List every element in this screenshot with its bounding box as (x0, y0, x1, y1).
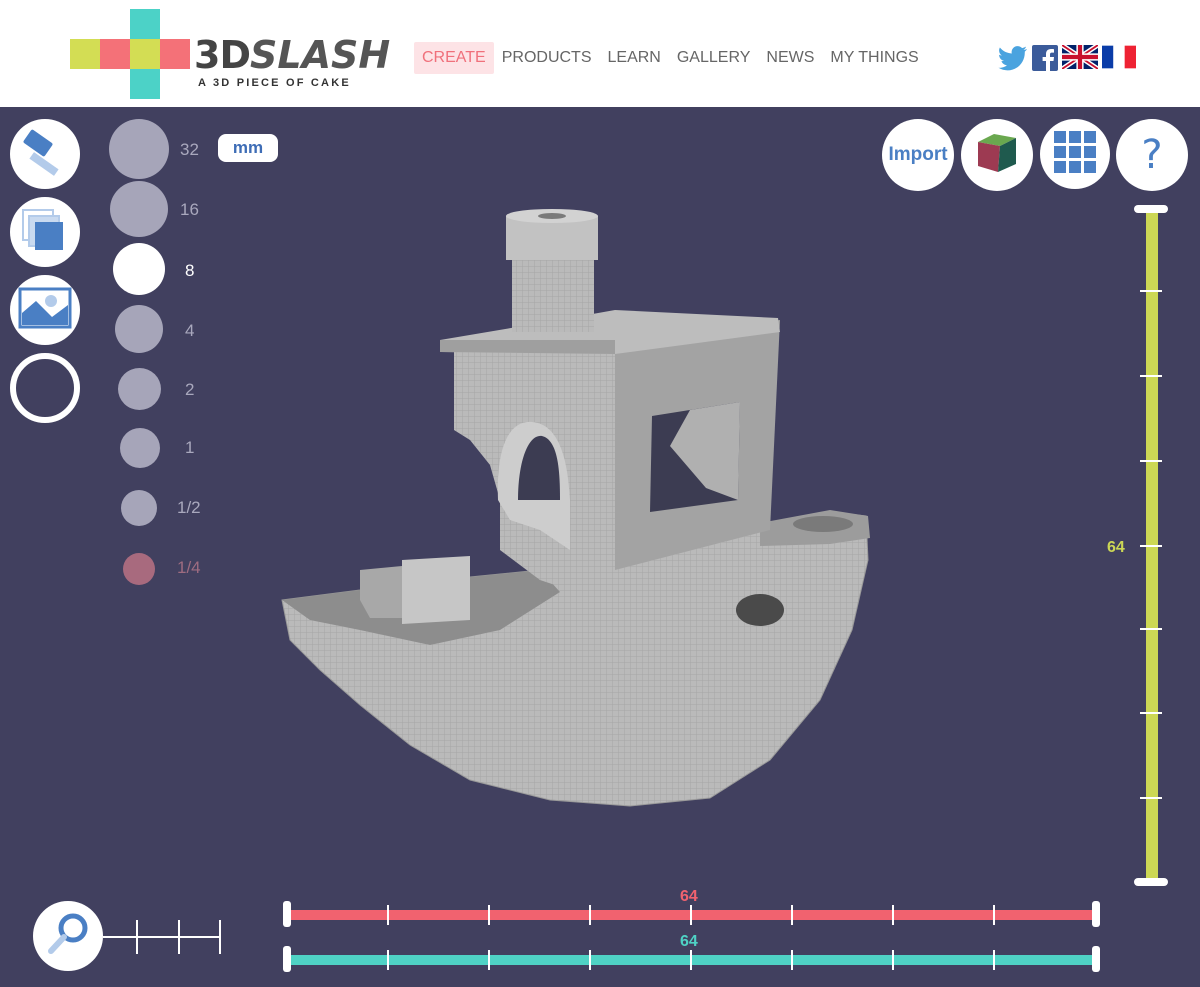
logo-cell (70, 39, 100, 69)
size-4-dot[interactable] (115, 305, 163, 353)
size-quarter-label[interactable]: 1/4 (177, 558, 201, 578)
uk-flag-icon[interactable] (1060, 43, 1100, 71)
x-axis-tick (892, 905, 894, 925)
unit-toggle-button[interactable]: mm (218, 134, 278, 162)
y-axis-left-handle[interactable] (283, 946, 291, 972)
logo[interactable]: 3DSLASH A 3D PIECE OF CAKE (70, 9, 390, 101)
size-32-dot[interactable] (109, 119, 169, 179)
y-axis-tick (993, 950, 995, 970)
size-2-dot[interactable] (118, 368, 161, 410)
z-axis-tick (1140, 712, 1162, 714)
y-axis-tick (589, 950, 591, 970)
hammer-tool-button[interactable] (10, 119, 80, 189)
brand-slash: SLASH (249, 33, 391, 77)
z-axis-bottom-handle[interactable] (1134, 878, 1168, 886)
size-quarter-dot[interactable] (123, 553, 155, 585)
size-half-dot[interactable] (121, 490, 157, 526)
x-axis-tick (993, 905, 995, 925)
zoom-button[interactable] (33, 901, 103, 971)
z-axis-tick (1140, 460, 1162, 462)
size-1-dot[interactable] (120, 428, 160, 468)
y-axis-value: 64 (680, 933, 698, 950)
y-axis-tick (488, 950, 490, 970)
z-axis-top-handle[interactable] (1134, 205, 1168, 213)
x-axis-tick (488, 905, 490, 925)
y-axis-right-handle[interactable] (1092, 946, 1100, 972)
size-16-label[interactable]: 16 (180, 200, 199, 220)
x-axis-tick (791, 905, 793, 925)
twitter-icon[interactable] (998, 45, 1028, 71)
x-axis-tick (589, 905, 591, 925)
cube-layers-icon (19, 204, 71, 261)
size-32-label[interactable]: 32 (180, 140, 199, 160)
x-axis-tick (387, 905, 389, 925)
y-axis-tick (690, 950, 692, 970)
circle-tool-button[interactable] (10, 353, 80, 423)
logo-cell (130, 9, 160, 39)
x-axis-value: 64 (680, 888, 698, 905)
magnifier-icon (45, 911, 91, 962)
main-nav: CREATE PRODUCTS LEARN GALLERY NEWS MY TH… (414, 42, 927, 74)
x-axis-rail[interactable] (288, 910, 1096, 920)
facebook-icon[interactable] (1032, 45, 1058, 71)
brand-name: 3DSLASH (194, 33, 390, 77)
logo-cell (100, 39, 130, 69)
z-axis-tick (1140, 797, 1162, 799)
france-flag-icon[interactable] (1102, 45, 1136, 71)
y-axis-rail[interactable] (288, 955, 1096, 965)
nav-my-things[interactable]: MY THINGS (822, 42, 926, 74)
import-button[interactable]: Import (882, 119, 954, 191)
tagline: A 3D PIECE OF CAKE (198, 77, 351, 89)
top-header: 3DSLASH A 3D PIECE OF CAKE CREATE PRODUC… (0, 0, 1200, 107)
z-axis-tick (1140, 375, 1162, 377)
image-icon (18, 287, 72, 334)
social-links (998, 43, 1136, 71)
z-axis-tick (1140, 628, 1162, 630)
logo-cell (130, 39, 160, 69)
zoom-slider-tick (178, 920, 180, 954)
nav-news[interactable]: NEWS (758, 42, 822, 74)
color-cube-icon (974, 130, 1020, 181)
x-axis-right-handle[interactable] (1092, 901, 1100, 927)
y-axis-tick (892, 950, 894, 970)
size-2-label[interactable]: 2 (185, 380, 194, 400)
size-4-label[interactable]: 4 (185, 321, 194, 341)
x-axis-left-handle[interactable] (283, 901, 291, 927)
import-label: Import (888, 144, 948, 165)
nav-create[interactable]: CREATE (414, 42, 494, 74)
size-half-label[interactable]: 1/2 (177, 498, 201, 518)
nav-products[interactable]: PRODUCTS (494, 42, 600, 74)
nav-gallery[interactable]: GALLERY (669, 42, 759, 74)
y-axis-tick (387, 950, 389, 970)
logo-cell (160, 39, 190, 69)
zoom-slider-tick (136, 920, 138, 954)
size-16-dot[interactable] (110, 181, 168, 237)
z-axis-tick (1140, 545, 1162, 547)
model-viewport[interactable] (270, 200, 890, 820)
x-axis-tick (690, 905, 692, 925)
grid-icon (1053, 130, 1097, 179)
boat-model (281, 209, 870, 807)
cube-tool-button[interactable] (10, 197, 80, 267)
help-label: ? (1141, 132, 1163, 178)
color-cube-button[interactable] (961, 119, 1033, 191)
nav-learn[interactable]: LEARN (600, 42, 669, 74)
z-axis-value: 64 (1107, 539, 1125, 556)
help-button[interactable]: ? (1116, 119, 1188, 191)
hammer-icon (20, 127, 70, 182)
size-8-dot-selected[interactable] (113, 243, 165, 295)
logo-cell (130, 69, 160, 99)
z-axis-tick (1140, 290, 1162, 292)
zoom-slider-track[interactable] (103, 936, 221, 938)
y-axis-tick (791, 950, 793, 970)
zoom-slider-tick (219, 920, 221, 954)
image-tool-button[interactable] (10, 275, 80, 345)
brand-3d: 3D (194, 33, 251, 77)
grid-view-button[interactable] (1040, 119, 1110, 189)
size-1-label[interactable]: 1 (185, 438, 194, 458)
size-8-label[interactable]: 8 (185, 261, 194, 281)
